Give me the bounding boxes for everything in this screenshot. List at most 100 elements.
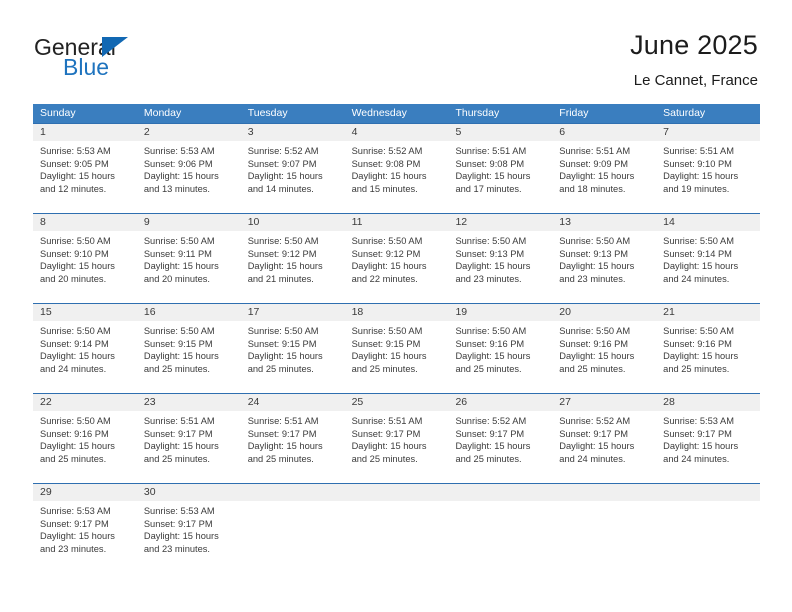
- day-cell[interactable]: Sunrise: 5:51 AM Sunset: 9:17 PM Dayligh…: [241, 411, 345, 483]
- day-cell[interactable]: Sunrise: 5:50 AM Sunset: 9:12 PM Dayligh…: [241, 231, 345, 303]
- daylight-text-line1: Daylight: 15 hours: [247, 171, 323, 182]
- sunset-text: Sunset: 9:17 PM: [663, 428, 732, 439]
- day-number[interactable]: 16: [137, 304, 241, 321]
- daylight-text-line1: Daylight: 15 hours: [40, 351, 115, 362]
- day-number[interactable]: 29: [33, 484, 137, 501]
- day-cell[interactable]: Sunrise: 5:51 AM Sunset: 9:17 PM Dayligh…: [137, 411, 241, 483]
- day-number-band: 8 9 10 11 12 13 14: [33, 214, 760, 231]
- day-number[interactable]: 7: [656, 124, 760, 141]
- day-number-empty: [656, 484, 760, 501]
- daylight-text-line2: and 24 minutes.: [40, 363, 107, 374]
- day-number[interactable]: 12: [448, 214, 552, 231]
- day-cell[interactable]: Sunrise: 5:50 AM Sunset: 9:13 PM Dayligh…: [448, 231, 552, 303]
- sunset-text: Sunset: 9:16 PM: [455, 338, 525, 349]
- day-cell[interactable]: Sunrise: 5:50 AM Sunset: 9:13 PM Dayligh…: [552, 231, 656, 303]
- day-cell[interactable]: Sunrise: 5:50 AM Sunset: 9:14 PM Dayligh…: [33, 321, 137, 393]
- sunrise-text: Sunrise: 5:50 AM: [40, 416, 111, 426]
- day-number[interactable]: 15: [33, 304, 137, 321]
- day-cell[interactable]: Sunrise: 5:53 AM Sunset: 9:17 PM Dayligh…: [33, 501, 137, 573]
- day-number-empty: [552, 484, 656, 501]
- day-number[interactable]: 24: [241, 394, 345, 411]
- day-number[interactable]: 11: [345, 214, 449, 231]
- day-number[interactable]: 22: [33, 394, 137, 411]
- day-cell[interactable]: Sunrise: 5:50 AM Sunset: 9:15 PM Dayligh…: [137, 321, 241, 393]
- day-cell[interactable]: Sunrise: 5:53 AM Sunset: 9:17 PM Dayligh…: [137, 501, 241, 573]
- day-cell[interactable]: Sunrise: 5:51 AM Sunset: 9:10 PM Dayligh…: [656, 141, 760, 213]
- sunset-text: Sunset: 9:17 PM: [455, 428, 525, 439]
- day-cell[interactable]: Sunrise: 5:50 AM Sunset: 9:14 PM Dayligh…: [656, 231, 760, 303]
- day-cell[interactable]: Sunrise: 5:52 AM Sunset: 9:17 PM Dayligh…: [448, 411, 552, 483]
- sunset-text: Sunset: 9:13 PM: [455, 248, 525, 259]
- day-number[interactable]: 9: [137, 214, 241, 231]
- sunset-text: Sunset: 9:06 PM: [143, 158, 213, 169]
- day-number[interactable]: 18: [345, 304, 449, 321]
- daylight-text-line1: Daylight: 15 hours: [247, 261, 323, 272]
- day-number[interactable]: 2: [137, 124, 241, 141]
- daylight-text-line1: Daylight: 15 hours: [247, 351, 323, 362]
- day-number[interactable]: 19: [448, 304, 552, 321]
- day-number[interactable]: 20: [552, 304, 656, 321]
- daylight-text-line2: and 24 minutes.: [559, 453, 626, 464]
- sunset-text: Sunset: 9:16 PM: [663, 338, 732, 349]
- day-number[interactable]: 5: [448, 124, 552, 141]
- day-number[interactable]: 13: [552, 214, 656, 231]
- daylight-text-line1: Daylight: 15 hours: [40, 531, 115, 542]
- day-number[interactable]: 30: [137, 484, 241, 501]
- day-cell[interactable]: Sunrise: 5:50 AM Sunset: 9:16 PM Dayligh…: [656, 321, 760, 393]
- sunrise-text: Sunrise: 5:50 AM: [247, 236, 319, 246]
- sunset-text: Sunset: 9:12 PM: [247, 248, 317, 259]
- weekday-header-monday: Monday: [143, 107, 182, 119]
- day-cell[interactable]: Sunrise: 5:51 AM Sunset: 9:17 PM Dayligh…: [345, 411, 449, 483]
- day-cell[interactable]: Sunrise: 5:52 AM Sunset: 9:17 PM Dayligh…: [552, 411, 656, 483]
- day-cell[interactable]: Sunrise: 5:53 AM Sunset: 9:05 PM Dayligh…: [33, 141, 137, 213]
- sunrise-text: Sunrise: 5:50 AM: [455, 236, 527, 246]
- daylight-text-line2: and 25 minutes.: [455, 363, 522, 374]
- day-cell[interactable]: Sunrise: 5:52 AM Sunset: 9:08 PM Dayligh…: [345, 141, 449, 213]
- day-number[interactable]: 17: [241, 304, 345, 321]
- day-number[interactable]: 1: [33, 124, 137, 141]
- sunset-text: Sunset: 9:17 PM: [247, 428, 317, 439]
- sunrise-text: Sunrise: 5:50 AM: [40, 236, 111, 246]
- day-cell[interactable]: Sunrise: 5:50 AM Sunset: 9:11 PM Dayligh…: [137, 231, 241, 303]
- day-cell[interactable]: Sunrise: 5:50 AM Sunset: 9:16 PM Dayligh…: [552, 321, 656, 393]
- daylight-text-line1: Daylight: 15 hours: [559, 441, 635, 452]
- day-cell[interactable]: Sunrise: 5:51 AM Sunset: 9:08 PM Dayligh…: [448, 141, 552, 213]
- sunset-text: Sunset: 9:13 PM: [559, 248, 629, 259]
- weekday-header-thursday: Thursday: [455, 107, 500, 119]
- day-cell[interactable]: Sunrise: 5:50 AM Sunset: 9:16 PM Dayligh…: [448, 321, 552, 393]
- day-number[interactable]: 3: [241, 124, 345, 141]
- day-cell[interactable]: Sunrise: 5:50 AM Sunset: 9:12 PM Dayligh…: [345, 231, 449, 303]
- daylight-text-line2: and 25 minutes.: [559, 363, 626, 374]
- day-cell[interactable]: Sunrise: 5:50 AM Sunset: 9:10 PM Dayligh…: [33, 231, 137, 303]
- day-number[interactable]: 8: [33, 214, 137, 231]
- day-cell[interactable]: Sunrise: 5:50 AM Sunset: 9:15 PM Dayligh…: [345, 321, 449, 393]
- day-cell-empty: [656, 501, 760, 573]
- weekday-header-sunday: Sunday: [40, 107, 76, 119]
- day-number[interactable]: 4: [345, 124, 449, 141]
- general-blue-logo[interactable]: General Blue: [34, 34, 234, 86]
- sunset-text: Sunset: 9:08 PM: [351, 158, 421, 169]
- daylight-text-line1: Daylight: 15 hours: [40, 171, 115, 182]
- day-cell[interactable]: Sunrise: 5:50 AM Sunset: 9:15 PM Dayligh…: [241, 321, 345, 393]
- day-number[interactable]: 14: [656, 214, 760, 231]
- day-number[interactable]: 6: [552, 124, 656, 141]
- day-cell[interactable]: Sunrise: 5:53 AM Sunset: 9:06 PM Dayligh…: [137, 141, 241, 213]
- sunset-text: Sunset: 9:10 PM: [40, 248, 109, 259]
- title-block: June 2025 Le Cannet, France: [630, 28, 758, 92]
- day-number[interactable]: 26: [448, 394, 552, 411]
- daylight-text-line1: Daylight: 15 hours: [247, 441, 323, 452]
- day-number[interactable]: 10: [241, 214, 345, 231]
- day-cell[interactable]: Sunrise: 5:51 AM Sunset: 9:09 PM Dayligh…: [552, 141, 656, 213]
- day-cell[interactable]: Sunrise: 5:52 AM Sunset: 9:07 PM Dayligh…: [241, 141, 345, 213]
- sunrise-text: Sunrise: 5:51 AM: [663, 146, 734, 156]
- day-number[interactable]: 28: [656, 394, 760, 411]
- daylight-text-line2: and 23 minutes.: [143, 543, 211, 554]
- day-number[interactable]: 21: [656, 304, 760, 321]
- week-row: 8 9 10 11 12 13 14 Sunrise: 5:50 AM Suns…: [33, 213, 760, 303]
- day-cell[interactable]: Sunrise: 5:53 AM Sunset: 9:17 PM Dayligh…: [656, 411, 760, 483]
- sunrise-text: Sunrise: 5:51 AM: [143, 416, 215, 426]
- day-number[interactable]: 23: [137, 394, 241, 411]
- day-number[interactable]: 27: [552, 394, 656, 411]
- day-number[interactable]: 25: [345, 394, 449, 411]
- day-cell[interactable]: Sunrise: 5:50 AM Sunset: 9:16 PM Dayligh…: [33, 411, 137, 483]
